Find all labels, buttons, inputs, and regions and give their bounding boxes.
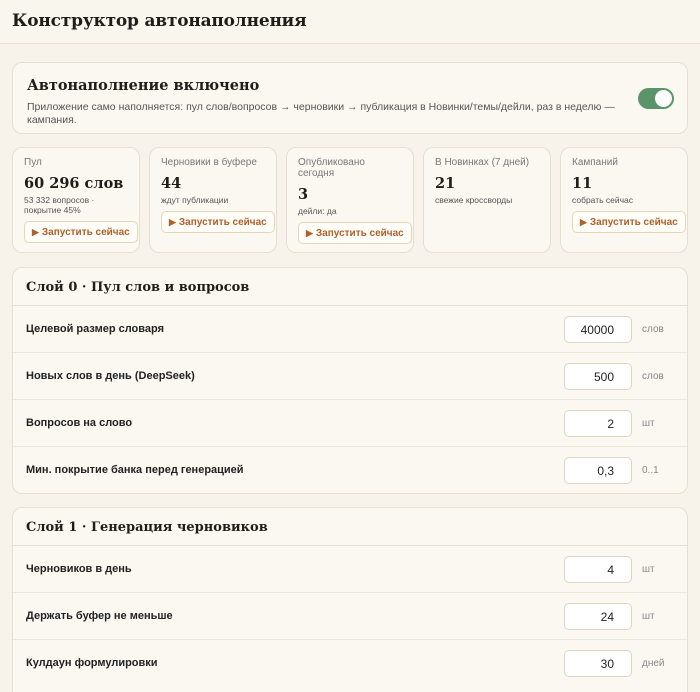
setting-label: Новых слов в день (DeepSeek) (26, 370, 195, 382)
section-title: Слой 0 · Пул слов и вопросов (26, 280, 250, 295)
setting-label: Вопросов на слово (26, 417, 133, 429)
section-header: Слой 0 · Пул слов и вопросов (13, 268, 687, 306)
setting-row: Черновиков в день шт (13, 546, 687, 593)
autofill-description: Приложение само наполняется: пул слов/во… (27, 101, 615, 126)
min-coverage-input[interactable] (564, 457, 632, 484)
stat-card-published: Опубликовано сегодня 3 дейли: да ▶ Запуст… (286, 147, 414, 253)
setting-unit: шт (642, 418, 655, 429)
stat-sub: дейли: да (298, 206, 337, 216)
stat-sub: собрать сейчас (572, 195, 634, 205)
section-header: Слой 1 · Генерация черновиков (13, 508, 687, 546)
run-now-label: Запустить сейчас (178, 217, 267, 228)
stat-label: Опубликовано сегодня (298, 157, 365, 179)
drafts-per-day-input[interactable] (564, 556, 632, 583)
setting-label: Черновиков в день (26, 563, 132, 575)
dictionary-size-input[interactable] (564, 316, 632, 343)
autofill-toggle[interactable] (638, 88, 674, 109)
play-icon: ▶ (32, 227, 39, 237)
stat-card-new: В Новинках (7 дней) 21 свежие кроссворды (423, 147, 551, 253)
setting-unit: 0..1 (642, 465, 659, 476)
setting-unit: шт (642, 564, 655, 575)
min-buffer-input[interactable] (564, 603, 632, 630)
stat-card-drafts: Черновики в буфере 44 ждут публикации ▶ З… (149, 147, 277, 253)
stats-row: Пул 60 296 слов 53 332 вопросов · покрыт… (12, 147, 688, 253)
play-icon: ▶ (169, 217, 176, 227)
play-icon: ▶ (580, 217, 587, 227)
stat-value: 21 (435, 175, 456, 192)
setting-unit: дней (642, 658, 665, 669)
stat-value: 11 (572, 175, 593, 192)
setting-label: Держать буфер не меньше (26, 610, 173, 622)
stat-label: Кампаний (572, 157, 618, 168)
setting-row: Кулдаун формулировки дней (13, 640, 687, 687)
stat-sub: ждут публикации (161, 195, 229, 205)
run-now-button[interactable]: ▶ Запустить сейчас (24, 221, 138, 243)
stat-card-pool: Пул 60 296 слов 53 332 вопросов · покрыт… (12, 147, 140, 253)
autofill-title: Автонаполнение включено (27, 77, 260, 94)
setting-unit: слов (642, 371, 664, 382)
stat-label: Пул (24, 157, 42, 168)
page-title: Конструктор автонаполнения (12, 11, 307, 31)
questions-per-word-input[interactable] (564, 410, 632, 437)
phrasing-cooldown-input[interactable] (564, 650, 632, 677)
stat-value: 44 (161, 175, 182, 192)
setting-row: Мин. покрытие банка перед генерацией 0..… (13, 447, 687, 493)
stat-card-campaigns: Кампаний 11 собрать сейчас ▶ Запустить се… (560, 147, 688, 253)
stat-value: 3 (298, 186, 309, 203)
setting-unit: слов (642, 324, 664, 335)
run-now-label: Запустить сейчас (589, 217, 678, 228)
stat-label: В Новинках (7 дней) (435, 157, 530, 168)
top-bar: Конструктор автонаполнения (0, 0, 700, 44)
layer0-section: Слой 0 · Пул слов и вопросов Целевой раз… (12, 267, 688, 494)
setting-label: Целевой размер словаря (26, 323, 165, 335)
run-now-label: Запустить сейчас (41, 227, 130, 238)
setting-row: Вопросов на слово шт (13, 400, 687, 447)
stat-sub: свежие кроссворды (435, 195, 513, 205)
autofill-card: Автонаполнение включено Приложение само … (12, 62, 688, 134)
run-now-button[interactable]: ▶ Запустить сейчас (298, 222, 412, 244)
setting-label: Кулдаун формулировки (26, 657, 158, 669)
setting-row: Держать буфер не меньше шт (13, 593, 687, 640)
layer1-section: Слой 1 · Генерация черновиков Черновиков… (12, 507, 688, 692)
run-now-button[interactable]: ▶ Запустить сейчас (572, 211, 686, 233)
new-words-per-day-input[interactable] (564, 363, 632, 390)
setting-row: Целевой размер словаря слов (13, 306, 687, 353)
section-title: Слой 1 · Генерация черновиков (26, 520, 268, 535)
run-now-button[interactable]: ▶ Запустить сейчас (161, 211, 275, 233)
setting-row: Новых слов в день (DeepSeek) слов (13, 353, 687, 400)
play-icon: ▶ (306, 228, 313, 238)
stat-sub: 53 332 вопросов · покрытие 45% (24, 195, 95, 215)
stat-label: Черновики в буфере (161, 157, 257, 168)
toggle-knob (655, 90, 672, 107)
setting-label: Мин. покрытие банка перед генерацией (26, 464, 244, 476)
setting-unit: шт (642, 611, 655, 622)
run-now-label: Запустить сейчас (315, 228, 404, 239)
stat-value: 60 296 слов (24, 175, 124, 192)
